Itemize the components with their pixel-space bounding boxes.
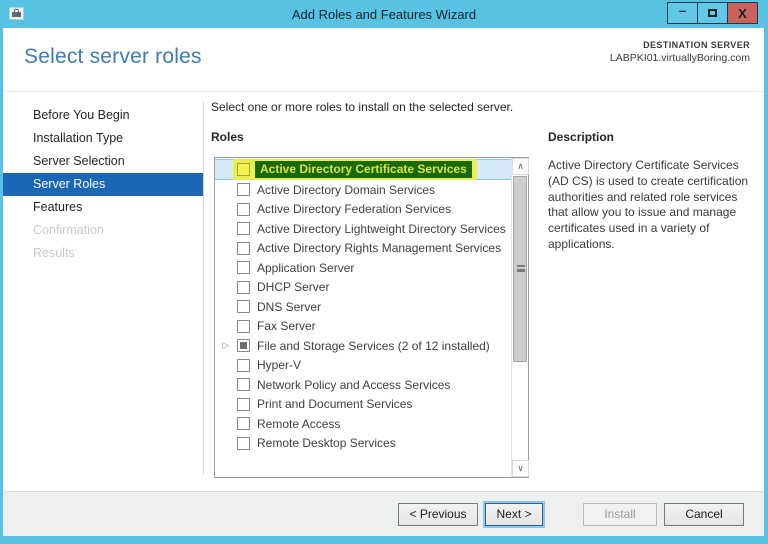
server-manager-icon xyxy=(9,5,27,21)
sidebar-item-features[interactable]: Features xyxy=(3,196,203,219)
role-row[interactable]: Fax Server xyxy=(215,317,511,337)
role-label: Active Directory Lightweight Directory S… xyxy=(257,221,506,236)
role-checkbox[interactable] xyxy=(237,358,250,372)
previous-button[interactable]: < Previous xyxy=(398,502,478,526)
role-row[interactable]: Print and Document Services xyxy=(215,395,511,415)
page-title: Select server roles xyxy=(24,45,202,68)
install-button: Install xyxy=(583,502,657,526)
sidebar-divider xyxy=(203,102,204,474)
description-panel: Description Active Directory Certificate… xyxy=(548,130,758,253)
role-label: Hyper-V xyxy=(257,358,302,373)
role-row[interactable]: DHCP Server xyxy=(215,278,511,298)
destination-server-label: DESTINATION SERVER xyxy=(643,40,750,50)
role-row[interactable]: DNS Server xyxy=(215,297,511,317)
role-label: Network Policy and Access Services xyxy=(257,377,451,392)
wizard-content: Before You Begin Installation Type Server … xyxy=(3,92,764,491)
role-row[interactable]: Remote Access xyxy=(215,414,511,434)
role-row[interactable]: Remote Desktop Services xyxy=(215,434,511,454)
window-title: Add Roles and Features Wizard xyxy=(291,6,477,22)
cancel-button[interactable]: Cancel xyxy=(664,502,744,526)
close-button[interactable]: X xyxy=(727,2,758,24)
destination-server-block: DESTINATION SERVER LABPKI01.virtuallyBor… xyxy=(610,40,750,64)
destination-server-name: LABPKI01.virtuallyBoring.com xyxy=(609,52,750,64)
next-button[interactable]: Next > xyxy=(485,502,543,526)
role-checkbox[interactable] xyxy=(237,300,250,314)
titlebar[interactable]: Add Roles and Features Wizard – X xyxy=(0,0,768,28)
role-row[interactable]: Active Directory Lightweight Directory S… xyxy=(215,219,511,239)
role-label: Active Directory Federation Services xyxy=(257,202,452,217)
description-text: Active Directory Certificate Services (A… xyxy=(548,158,749,252)
roles-list-label: Roles xyxy=(211,130,244,144)
sidebar-item-before-you-begin[interactable]: Before You Begin xyxy=(3,104,203,127)
minimize-button[interactable]: – xyxy=(667,2,698,24)
expander-icon[interactable]: ▷ xyxy=(215,340,237,351)
roles-listbox: Active Directory Certificate Services Act… xyxy=(214,157,529,478)
role-row[interactable]: Active Directory Domain Services xyxy=(215,180,511,200)
role-label: Remote Access xyxy=(257,416,341,431)
wizard-steps-sidebar: Before You Begin Installation Type Server … xyxy=(3,104,203,265)
scroll-thumb[interactable] xyxy=(513,176,527,362)
window-controls: – X xyxy=(667,2,758,24)
role-checkbox[interactable] xyxy=(237,183,250,197)
role-label: Application Server xyxy=(257,260,355,275)
role-checkbox[interactable] xyxy=(237,436,250,450)
description-title: Description xyxy=(548,130,615,144)
sidebar-item-installation-type[interactable]: Installation Type xyxy=(3,127,203,150)
role-checkbox[interactable] xyxy=(237,202,250,216)
role-label: DNS Server xyxy=(257,299,322,314)
scroll-up-button[interactable]: ∧ xyxy=(512,158,529,175)
role-label: Remote Desktop Services xyxy=(257,436,396,451)
role-label: Active Directory Rights Management Servi… xyxy=(257,241,502,256)
role-row[interactable]: Active Directory Rights Management Servi… xyxy=(215,239,511,259)
role-label: DHCP Server xyxy=(257,280,330,295)
role-row[interactable]: Network Policy and Access Services xyxy=(215,375,511,395)
role-row[interactable]: ▷ File and Storage Services (2 of 12 inst… xyxy=(215,336,511,356)
minimize-icon: – xyxy=(678,2,687,18)
roles-scrollbar[interactable]: ∧ ∨ xyxy=(511,158,529,477)
role-checkbox[interactable] xyxy=(237,163,250,176)
role-row[interactable]: Active Directory Federation Services xyxy=(215,200,511,220)
scroll-grip-icon xyxy=(517,265,525,272)
role-label: File and Storage Services (2 of 12 insta… xyxy=(257,338,490,353)
sidebar-item-results: Results xyxy=(33,246,75,260)
sidebar-item-server-roles[interactable]: Server Roles xyxy=(3,173,203,196)
role-checkbox[interactable] xyxy=(237,319,250,333)
role-checkbox[interactable] xyxy=(237,339,250,353)
role-label: Fax Server xyxy=(257,319,316,334)
window-bottom-border xyxy=(0,536,768,544)
close-icon: X xyxy=(738,5,747,21)
roles-rows: Active Directory Certificate Services Act… xyxy=(215,159,511,453)
role-row[interactable]: Active Directory Certificate Services xyxy=(215,159,511,180)
role-checkbox[interactable] xyxy=(237,378,250,392)
role-row[interactable]: Application Server xyxy=(215,258,511,278)
highlight-annotation: Active Directory Certificate Services xyxy=(233,159,477,180)
scroll-down-button[interactable]: ∨ xyxy=(512,460,529,477)
role-checkbox[interactable] xyxy=(237,222,250,236)
maximize-button[interactable] xyxy=(697,2,728,24)
role-checkbox[interactable] xyxy=(237,261,250,275)
role-checkbox[interactable] xyxy=(237,417,250,431)
instruction-text: Select one or more roles to install on t… xyxy=(211,100,514,114)
role-label: Print and Document Services xyxy=(257,397,413,412)
sidebar-item-server-selection[interactable]: Server Selection xyxy=(3,150,203,173)
footer-button-bar: < Previous Next > Install Cancel xyxy=(3,492,764,536)
role-label: Active Directory Certificate Services xyxy=(255,161,472,178)
sidebar-item-confirmation: Confirmation xyxy=(33,223,104,237)
role-checkbox[interactable] xyxy=(237,280,250,294)
role-label: Active Directory Domain Services xyxy=(257,182,436,197)
role-checkbox[interactable] xyxy=(237,241,250,255)
wizard-header: Select server roles DESTINATION SERVER L… xyxy=(3,28,764,92)
role-row[interactable]: Hyper-V xyxy=(215,356,511,376)
role-checkbox[interactable] xyxy=(237,397,250,411)
maximize-icon xyxy=(708,9,717,17)
wizard-window: Add Roles and Features Wizard – X Select… xyxy=(0,0,768,544)
